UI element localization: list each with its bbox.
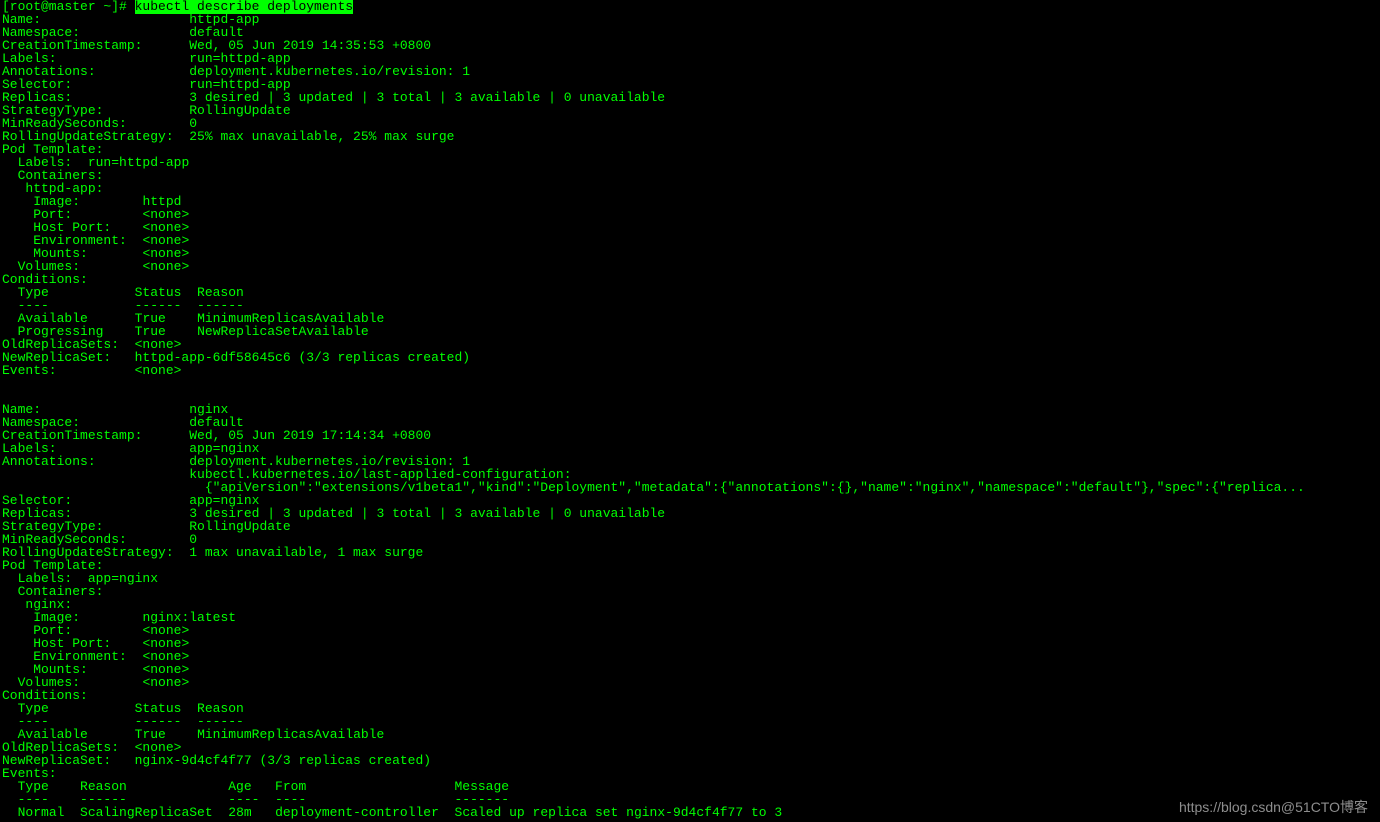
terminal[interactable]: [root@master ~]# kubectl describe deploy… bbox=[0, 0, 1380, 819]
output-line: NewReplicaSet: nginx-9d4cf4f77 (3/3 repl… bbox=[2, 753, 431, 768]
output-line: Normal ScalingReplicaSet 28m deployment-… bbox=[2, 805, 782, 820]
output-line: Events: <none> bbox=[2, 363, 181, 378]
